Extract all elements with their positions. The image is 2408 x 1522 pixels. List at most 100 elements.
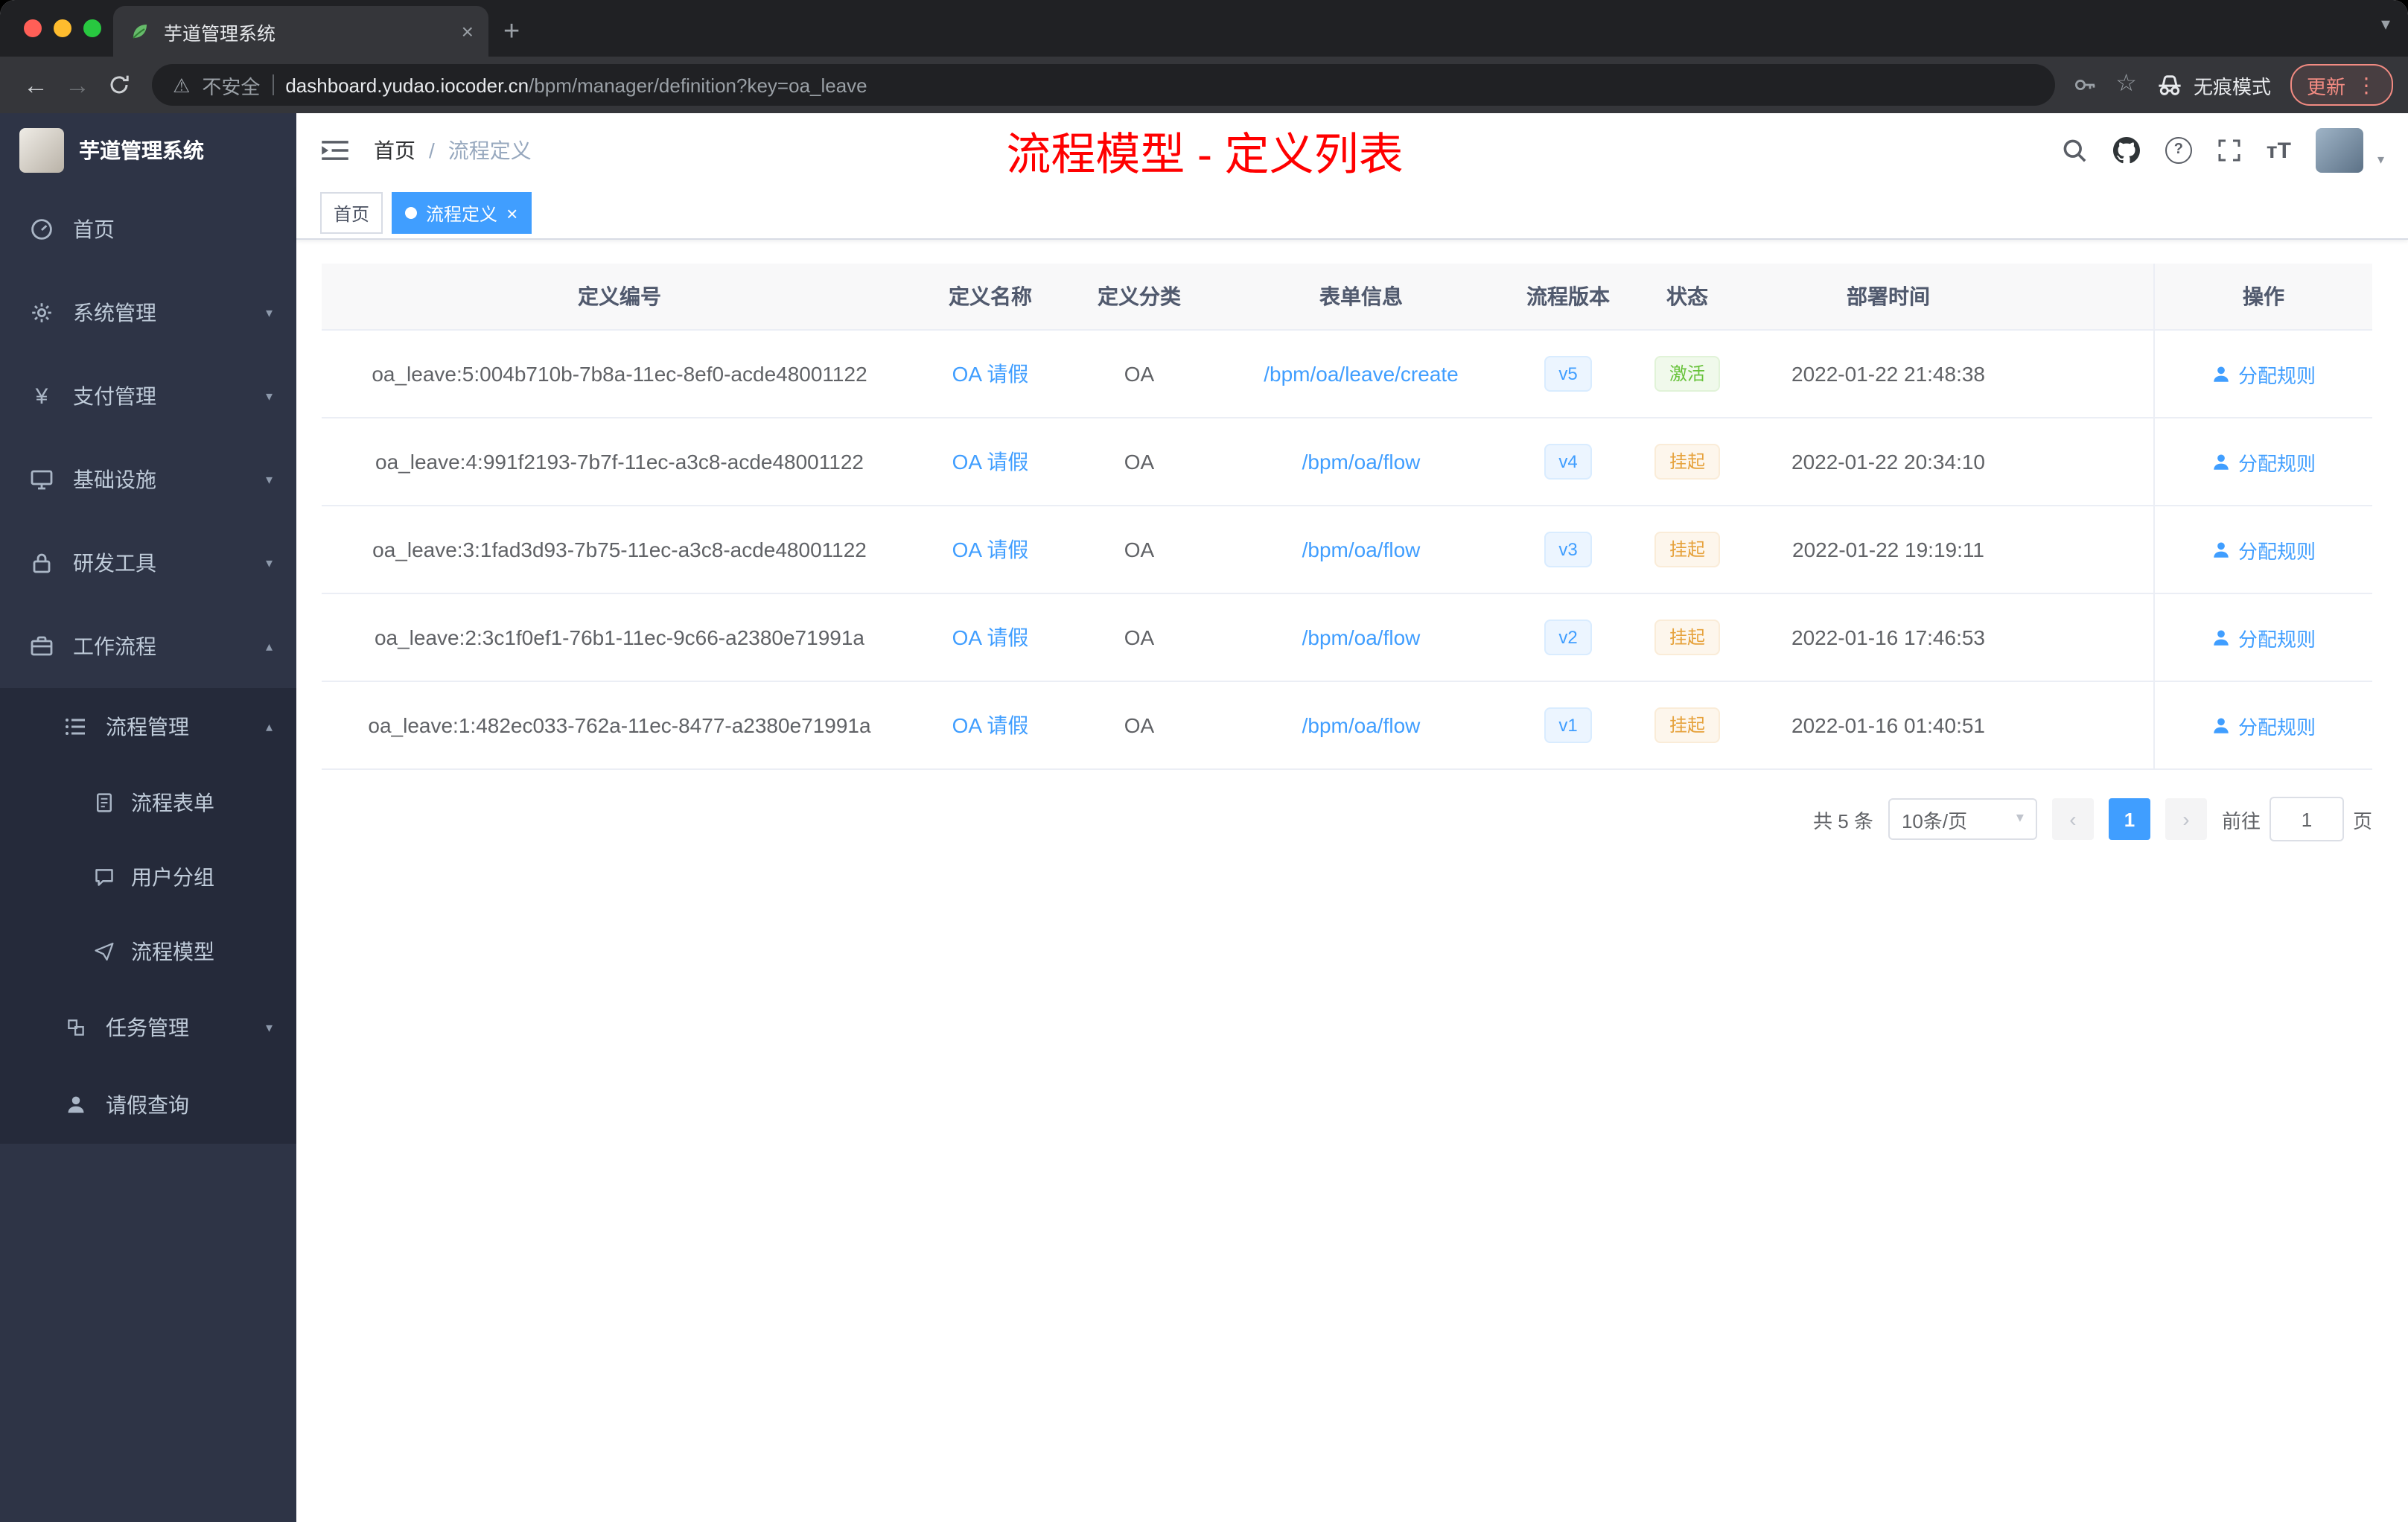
hamburger-icon bbox=[320, 136, 350, 165]
sidebar-item-process-model[interactable]: 流程模型 bbox=[0, 914, 296, 989]
breadcrumb-separator bbox=[429, 140, 435, 161]
sidebar-item-user-group[interactable]: 用户分组 bbox=[0, 840, 296, 914]
logo-avatar bbox=[19, 128, 64, 173]
cell-deploy-time: 2022-01-16 17:46:53 bbox=[1791, 625, 1985, 649]
browser-toolbar: 不安全 dashboard.yudao.iocoder.cn/bpm/manag… bbox=[0, 57, 2408, 113]
yen-icon bbox=[30, 385, 54, 407]
version-tag: v2 bbox=[1544, 620, 1593, 655]
sidebar-item-task-management[interactable]: 任务管理 bbox=[0, 989, 296, 1066]
sidebar-toggle-button[interactable] bbox=[320, 136, 350, 165]
sidebar-item-home[interactable]: 首页 bbox=[0, 188, 296, 271]
status-tag: 挂起 bbox=[1654, 532, 1720, 567]
definition-table: 定义编号 定义名称 定义分类 表单信息 流程版本 状态 部署时间 操作 oa_l… bbox=[322, 264, 2372, 770]
lock-icon bbox=[30, 551, 54, 575]
sidebar-item-system-management[interactable]: 系统管理 bbox=[0, 271, 296, 354]
page-number-button[interactable]: 1 bbox=[2108, 798, 2150, 840]
tab-strip: 芋道管理系统 bbox=[0, 0, 2408, 57]
status-tag: 挂起 bbox=[1654, 444, 1720, 480]
sidebar-item-leave-query[interactable]: 请假查询 bbox=[0, 1066, 296, 1144]
page-size-select[interactable]: 10条/页 bbox=[1888, 798, 2037, 840]
fullscreen-window-button[interactable] bbox=[83, 19, 101, 37]
help-icon[interactable] bbox=[2165, 137, 2192, 164]
assign-rule-link[interactable]: 分配规则 bbox=[2211, 360, 2316, 388]
form-link[interactable]: /bpm/oa/flow bbox=[1302, 538, 1421, 561]
key-icon[interactable] bbox=[2072, 73, 2096, 97]
definition-name-link[interactable]: OA 请假 bbox=[952, 710, 1029, 740]
new-tab-button[interactable] bbox=[503, 18, 520, 46]
person-icon bbox=[2211, 716, 2231, 735]
close-window-button[interactable] bbox=[24, 19, 42, 37]
browser-menu-icon[interactable] bbox=[2356, 74, 2377, 95]
table-row: oa_leave:2:3c1f0ef1-76b1-11ec-9c66-a2380… bbox=[322, 594, 2372, 682]
next-page-button[interactable] bbox=[2165, 798, 2207, 840]
sidebar-item-payment-management[interactable]: 支付管理 bbox=[0, 354, 296, 438]
sidebar-logo[interactable]: 芋道管理系统 bbox=[0, 113, 296, 188]
search-icon[interactable] bbox=[2061, 137, 2088, 164]
sidebar-item-process-management[interactable]: 流程管理 bbox=[0, 688, 296, 765]
sidebar-item-dev-tools[interactable]: 研发工具 bbox=[0, 521, 296, 605]
browser-window: 芋道管理系统 不安全 dashboard.yudao.iocoder.cn/bp… bbox=[0, 0, 2408, 1522]
tag-close-icon[interactable] bbox=[506, 203, 517, 223]
fullscreen-icon[interactable] bbox=[2217, 138, 2241, 162]
sidebar: 芋道管理系统 首页 系统管理 支付管理 基础设施 bbox=[0, 113, 296, 1522]
sidebar-item-process-form[interactable]: 流程表单 bbox=[0, 765, 296, 840]
briefcase-icon bbox=[30, 634, 54, 658]
version-tag: v4 bbox=[1544, 444, 1593, 480]
person-icon bbox=[2211, 540, 2231, 559]
github-icon[interactable] bbox=[2113, 137, 2140, 164]
goto-page-input[interactable] bbox=[2269, 797, 2344, 841]
font-size-icon[interactable] bbox=[2267, 139, 2291, 162]
tag-home[interactable]: 首页 bbox=[320, 192, 383, 234]
update-button[interactable]: 更新 bbox=[2290, 64, 2393, 106]
minimize-window-button[interactable] bbox=[54, 19, 71, 37]
security-label: 不安全 bbox=[202, 75, 261, 98]
definition-name-link[interactable]: OA 请假 bbox=[952, 623, 1029, 652]
tab-title: 芋道管理系统 bbox=[164, 23, 276, 44]
chevron-down-icon bbox=[266, 473, 273, 486]
person-icon bbox=[64, 1095, 88, 1115]
tab-close-icon[interactable] bbox=[462, 21, 474, 42]
forward-button[interactable] bbox=[57, 64, 98, 106]
url-host: dashboard.yudao.iocoder.cn bbox=[285, 74, 529, 96]
form-link[interactable]: /bpm/oa/leave/create bbox=[1264, 362, 1459, 386]
version-tag: v1 bbox=[1544, 707, 1593, 743]
reload-button[interactable] bbox=[98, 64, 140, 106]
assign-rule-link[interactable]: 分配规则 bbox=[2211, 711, 2316, 739]
breadcrumb-home[interactable]: 首页 bbox=[374, 136, 415, 165]
prev-page-button[interactable] bbox=[2051, 798, 2094, 840]
cell-deploy-time: 2022-01-16 01:40:51 bbox=[1791, 713, 1985, 737]
cell-definition-id: oa_leave:4:991f2193-7b7f-11ec-a3c8-acde4… bbox=[375, 450, 864, 474]
bookmark-star-icon[interactable] bbox=[2115, 73, 2137, 97]
address-bar[interactable]: 不安全 dashboard.yudao.iocoder.cn/bpm/manag… bbox=[152, 64, 2055, 106]
form-link[interactable]: /bpm/oa/flow bbox=[1302, 450, 1421, 474]
main-content: 首页 流程定义 流程模型 - 定义列表 首页 bbox=[296, 113, 2408, 1522]
layers-icon bbox=[64, 1017, 88, 1038]
sidebar-item-workflow[interactable]: 工作流程 bbox=[0, 605, 296, 688]
col-deploy-time: 部署时间 bbox=[1847, 284, 1930, 308]
user-avatar[interactable] bbox=[2316, 128, 2364, 173]
status-tag: 挂起 bbox=[1654, 707, 1720, 743]
incognito-badge: 无痕模式 bbox=[2156, 71, 2271, 99]
logo-title: 芋道管理系统 bbox=[79, 138, 204, 162]
definition-name-link[interactable]: OA 请假 bbox=[952, 535, 1029, 564]
sidebar-item-infrastructure[interactable]: 基础设施 bbox=[0, 438, 296, 521]
browser-tab[interactable]: 芋道管理系统 bbox=[113, 6, 488, 57]
page-unit-label: 页 bbox=[2352, 809, 2372, 832]
avatar-caret-icon[interactable] bbox=[2377, 153, 2384, 167]
assign-rule-link[interactable]: 分配规则 bbox=[2211, 535, 2316, 564]
document-icon bbox=[92, 792, 116, 813]
form-link[interactable]: /bpm/oa/flow bbox=[1302, 625, 1421, 649]
address-divider bbox=[272, 74, 274, 95]
back-button[interactable] bbox=[15, 64, 57, 106]
tag-process-definition[interactable]: 流程定义 bbox=[392, 192, 532, 234]
pagination: 共 5 条 10条/页 1 前往 页 bbox=[296, 797, 2372, 841]
definition-name-link[interactable]: OA 请假 bbox=[952, 359, 1029, 389]
definition-name-link[interactable]: OA 请假 bbox=[952, 447, 1029, 477]
assign-rule-link[interactable]: 分配规则 bbox=[2211, 623, 2316, 652]
form-link[interactable]: /bpm/oa/flow bbox=[1302, 713, 1421, 737]
assign-rule-link[interactable]: 分配规则 bbox=[2211, 448, 2316, 476]
col-definition-id: 定义编号 bbox=[578, 284, 661, 308]
tab-search-icon[interactable] bbox=[2381, 15, 2390, 33]
col-status: 状态 bbox=[1666, 284, 1708, 308]
pagination-goto: 前往 页 bbox=[2222, 797, 2372, 841]
